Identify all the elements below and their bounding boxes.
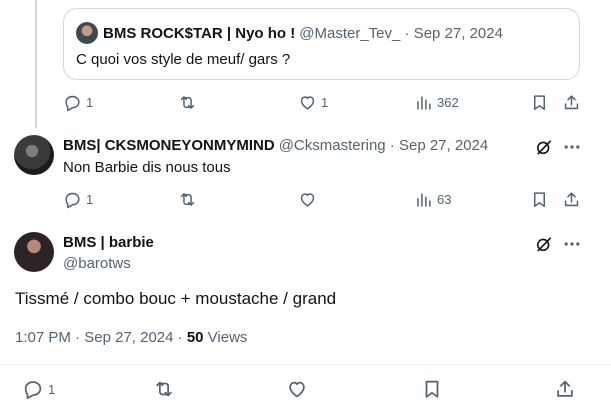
avatar[interactable] [14,135,54,175]
share-icon [557,380,573,397]
divider [0,364,611,365]
main-author-name: BMS | barbie [63,234,154,251]
reply-count: 1 [48,381,56,397]
bookmark-button[interactable] [530,190,549,209]
views-button[interactable]: 63 [414,190,451,209]
author-name[interactable]: BMS ROCK$TAR | Nyo ho ! [103,25,295,42]
share-icon [564,192,579,207]
separator: · [385,137,399,154]
reply-icon [24,381,42,400]
tweet-date[interactable]: Sep 27, 2024 [414,25,503,42]
tweet-date[interactable]: Sep 27, 2024 [399,137,488,154]
bookmark-button[interactable] [421,378,443,400]
views-number: 50 [186,329,204,346]
reply-count: 1 [86,192,94,207]
separator: · [400,24,414,42]
quoted-tweet-header: BMS ROCK$TAR | Nyo ho ! @Master_Tev_ · S… [76,22,503,44]
retweet-icon [180,193,195,206]
share-button[interactable] [562,190,581,209]
retweet-icon [180,96,195,109]
quoted-tweet-card[interactable]: BMS ROCK$TAR | Nyo ho ! @Master_Tev_ · S… [63,8,580,80]
author-name[interactable]: BMS| CKSMONEYONMYMIND [63,137,275,154]
retweet-icon [156,381,172,397]
share-button[interactable] [554,378,576,400]
reply-tweet-text: Non Barbie dis nous tous [63,159,231,176]
reply-count: 1 [86,95,94,110]
grok-icon [536,237,552,252]
reply-icon [65,192,80,209]
bookmark-icon [533,95,546,110]
main-tweet-actions: 1 [0,378,611,400]
views-label: Views [203,329,248,346]
bookmark-button[interactable] [530,93,549,112]
bookmark-icon [533,192,546,207]
reply-button[interactable]: 1 [63,190,93,209]
tweet-actions: 1 1 362 [0,93,611,115]
retweet-button[interactable] [178,93,197,112]
tweet-meta: 1:07 PM · Sep 27, 2024 · 50 Views [15,329,247,346]
author-name[interactable]: BMS | barbie [63,234,154,251]
separator: · [173,329,187,346]
views-count: 63 [437,192,452,207]
views-button[interactable]: 362 [414,93,459,112]
reply-button[interactable]: 1 [63,93,93,112]
grok-button[interactable] [533,136,555,158]
more-icon [564,242,580,246]
reply-tweet-header: BMS| CKSMONEYONMYMIND @Cksmastering · Se… [63,137,488,154]
author-handle[interactable]: @Master_Tev_ [299,25,400,42]
like-icon [300,96,315,110]
main-author-handle: @barotws [63,255,131,272]
separator: · [70,329,85,346]
reply-button[interactable]: 1 [22,378,55,400]
views-icon [417,193,431,207]
like-icon [289,381,305,398]
tweet-actions: 1 63 [0,190,611,212]
like-button[interactable]: 1 [298,93,328,112]
retweet-button[interactable] [178,190,197,209]
like-icon [300,193,315,207]
tweet-date[interactable]: Sep 27, 2024 [84,329,173,346]
like-count: 1 [321,95,329,110]
reply-icon [65,95,80,112]
more-button[interactable] [561,136,583,158]
like-button[interactable] [286,378,308,400]
more-button[interactable] [561,233,583,255]
grok-button[interactable] [533,233,555,255]
tweet-time[interactable]: 1:07 PM [15,329,71,346]
like-button[interactable] [298,190,317,209]
more-icon [564,145,580,149]
main-tweet-text: Tissmé / combo bouc + moustache / grand [15,289,337,308]
share-icon [564,95,579,110]
avatar[interactable] [76,22,98,44]
views-count: 362 [437,95,459,110]
retweet-button[interactable] [153,378,175,400]
share-button[interactable] [562,93,581,112]
author-handle[interactable]: @barotws [63,255,131,272]
quoted-tweet-text: C quoi vos style de meuf/ gars ? [76,51,291,68]
avatar[interactable] [14,232,54,272]
author-handle[interactable]: @Cksmastering [279,137,386,154]
bookmark-icon [425,380,439,398]
grok-icon [536,140,552,155]
views-icon [417,96,431,110]
